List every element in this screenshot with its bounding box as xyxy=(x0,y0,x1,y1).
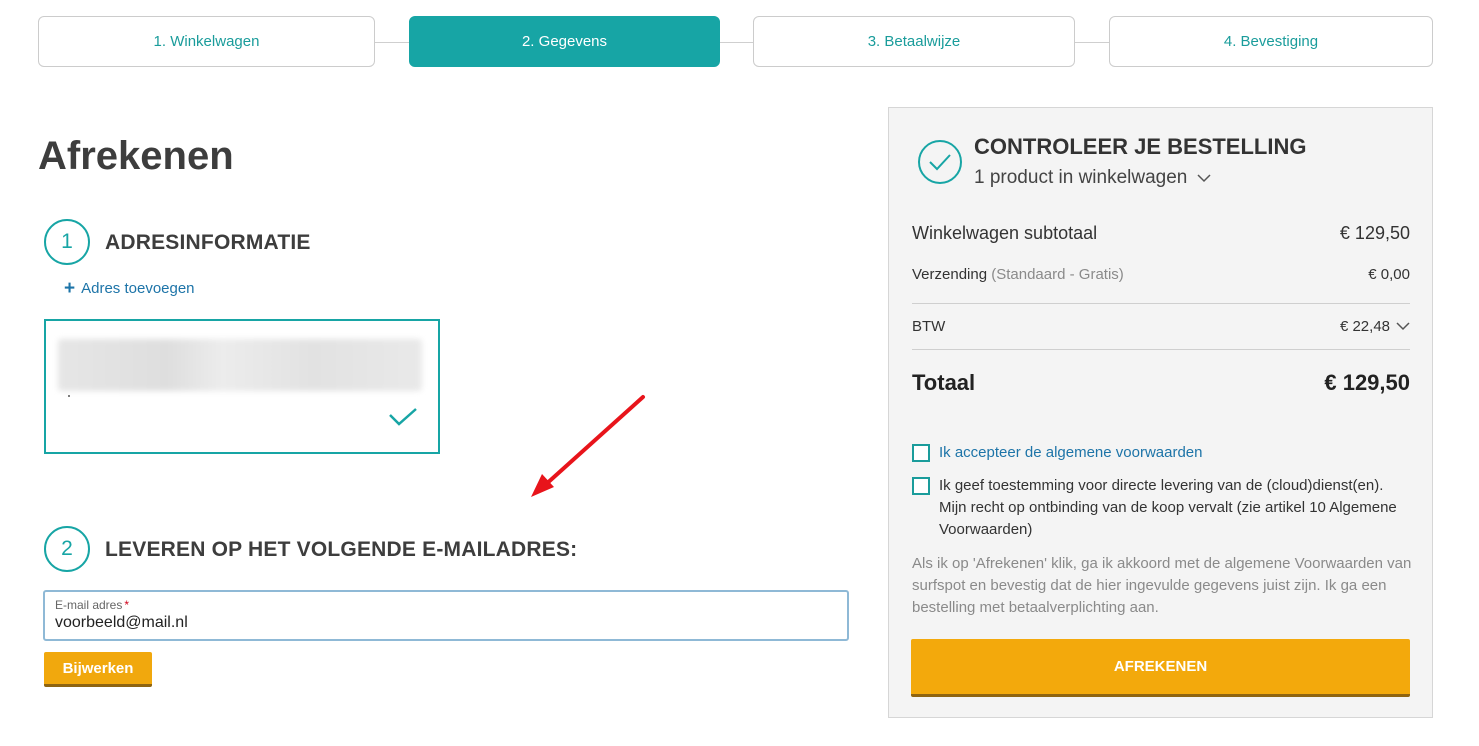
update-button[interactable]: Bijwerken xyxy=(44,652,152,687)
address-card[interactable] xyxy=(44,319,440,454)
shipping-row: Verzending (Standaard - Gratis) € 0,00 xyxy=(912,266,1410,283)
section-number-email: 2 xyxy=(44,526,90,572)
consent-checkbox[interactable] xyxy=(912,477,930,495)
checkout-steps: 1. Winkelwagen 2. Gegevens 3. Betaalwijz… xyxy=(38,16,1433,68)
plus-icon: + xyxy=(64,278,76,299)
btw-row: BTW € 22,48 xyxy=(912,318,1410,335)
shipping-value: € 0,00 xyxy=(1368,266,1410,283)
required-mark: * xyxy=(124,598,130,612)
cart-toggle[interactable]: 1 product in winkelwagen xyxy=(974,167,1211,189)
address-redacted xyxy=(58,339,422,391)
btw-label: BTW xyxy=(912,318,946,335)
btw-value: € 22,48 xyxy=(1339,318,1390,335)
order-summary: CONTROLEER JE BESTELLING 1 product in wi… xyxy=(888,107,1433,718)
section-number-address: 1 xyxy=(44,219,90,265)
total-row: Totaal € 129,50 xyxy=(912,370,1410,396)
section-title-email: LEVEREN OP HET VOLGENDE E-MAILADRES: xyxy=(105,538,578,561)
subtotal-row: Winkelwagen subtotaal € 129,50 xyxy=(912,223,1410,244)
shipping-detail: (Standaard - Gratis) xyxy=(991,266,1124,283)
step-bevestiging[interactable]: 4. Bevestiging xyxy=(1109,16,1433,67)
terms-checkbox-label[interactable]: Ik accepteer de algemene voorwaarden xyxy=(939,442,1203,464)
page-title: Afrekenen xyxy=(38,134,234,178)
red-arrow-icon xyxy=(520,390,650,507)
consent-checkbox-label: Ik geef toestemming voor directe leverin… xyxy=(939,477,1397,538)
chevron-down-icon xyxy=(1396,322,1410,331)
divider xyxy=(912,349,1410,350)
step-betaalwijze[interactable]: 3. Betaalwijze xyxy=(753,16,1075,67)
shipping-label: Verzending xyxy=(912,266,988,283)
step-winkelwagen[interactable]: 1. Winkelwagen xyxy=(38,16,375,67)
check-icon xyxy=(388,407,418,432)
total-value: € 129,50 xyxy=(1324,370,1410,395)
address-dot xyxy=(68,395,70,397)
divider xyxy=(912,303,1410,304)
email-field-label: E-mail adres * xyxy=(55,598,130,612)
email-field[interactable] xyxy=(55,614,825,632)
check-circle-icon xyxy=(917,139,963,190)
subtotal-label: Winkelwagen subtotaal xyxy=(912,223,1098,243)
section-title-address: ADRESINFORMATIE xyxy=(105,231,311,254)
email-field-wrapper: E-mail adres * xyxy=(43,590,849,641)
btw-toggle[interactable]: € 22,48 xyxy=(1340,318,1410,335)
consent-checkbox-row: Ik geef toestemming voor directe leverin… xyxy=(912,475,1410,541)
total-label: Totaal xyxy=(912,370,976,395)
cart-count-label: 1 product in winkelwagen xyxy=(974,167,1188,188)
checkout-button[interactable]: AFREKENEN xyxy=(911,639,1410,697)
add-address-label: Adres toevoegen xyxy=(81,280,195,297)
summary-title: CONTROLEER JE BESTELLING xyxy=(974,134,1307,159)
subtotal-value: € 129,50 xyxy=(1339,223,1410,243)
chevron-down-icon xyxy=(1197,173,1211,182)
add-address-link[interactable]: + Adres toevoegen xyxy=(64,279,195,298)
terms-checkbox-row: Ik accepteer de algemene voorwaarden xyxy=(912,442,1203,464)
terms-checkbox[interactable] xyxy=(912,444,930,462)
step-gegevens[interactable]: 2. Gegevens xyxy=(409,16,720,67)
checkout-disclaimer: Als ik op 'Afrekenen' klik, ga ik akkoor… xyxy=(912,555,1412,616)
